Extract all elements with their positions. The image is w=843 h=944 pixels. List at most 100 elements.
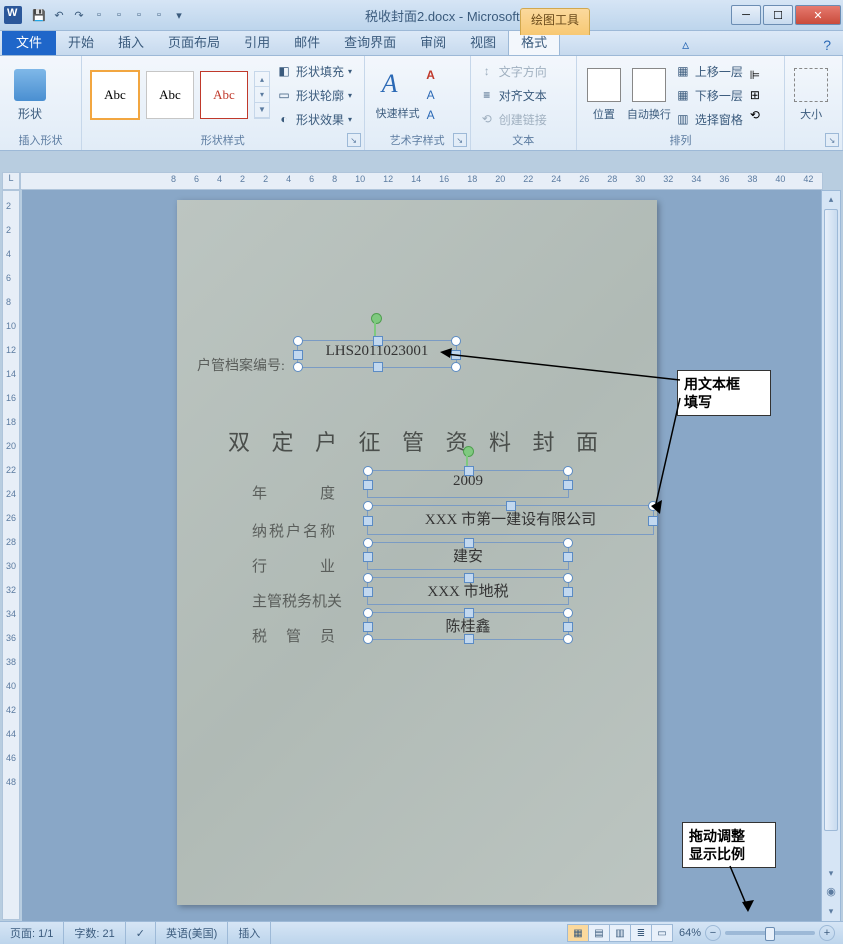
style-item[interactable]: Abc	[200, 71, 248, 119]
text-outline-icon[interactable]: A	[423, 87, 439, 103]
callout-textbox-note: 用文本框 填写	[677, 370, 771, 416]
outline-icon: ▭	[276, 87, 292, 103]
reading-view-icon[interactable]: ▤	[588, 924, 610, 942]
size-button[interactable]: 大小	[793, 60, 829, 130]
form-label: 年 度	[252, 482, 337, 503]
align-text-button[interactable]: ≡对齐文本	[479, 84, 568, 106]
style-item[interactable]: Abc	[146, 71, 194, 119]
shape-style-gallery[interactable]: Abc Abc Abc ▴▾▼ ◧形状填充▾ ▭形状轮廓▾ ◐形状效果▾	[90, 60, 356, 130]
tab-review[interactable]: 审阅	[408, 28, 458, 55]
vertical-ruler[interactable]: 2246810121416182022242628303234363840424…	[2, 190, 20, 920]
qat-icon[interactable]: ▫	[110, 6, 128, 24]
dialog-launcher-icon[interactable]: ↘	[825, 133, 839, 147]
tab-layout[interactable]: 页面布局	[156, 28, 232, 55]
selection-pane-button[interactable]: ▥选择窗格	[675, 108, 743, 130]
zoom-in-button[interactable]: +	[819, 925, 835, 941]
text-fill-icon[interactable]: A	[423, 67, 439, 83]
align-icon[interactable]: ⊫	[747, 67, 763, 83]
tab-insert[interactable]: 插入	[106, 28, 156, 55]
rotate-handle-icon[interactable]	[463, 446, 474, 457]
rotate-handle-icon[interactable]	[371, 313, 382, 324]
create-link-button: ⟲创建链接	[479, 108, 568, 130]
status-page[interactable]: 页面: 1/1	[0, 922, 64, 944]
status-word-count[interactable]: 字数: 21	[64, 922, 125, 944]
gallery-scroll[interactable]: ▴▾▼	[254, 71, 270, 119]
next-page-icon[interactable]: ▾	[822, 903, 840, 919]
shapes-button[interactable]: 形状	[8, 60, 52, 130]
document-area[interactable]: 户管档案编号: 双 定 户 征 管 资 料 封 面 LHS2011023001 …	[22, 190, 821, 922]
horizontal-ruler[interactable]: 8642246810121416182022242628303234363840…	[20, 172, 823, 190]
help-icon[interactable]: ?	[819, 35, 835, 55]
textbox-archive-no[interactable]: LHS2011023001	[297, 340, 457, 368]
pane-icon: ▥	[675, 111, 691, 127]
collapse-ribbon-icon[interactable]: ▵	[678, 34, 693, 55]
shape-outline-button[interactable]: ▭形状轮廓▾	[276, 84, 352, 106]
ribbon-tabs: 文件 开始 插入 页面布局 引用 邮件 查询界面 审阅 视图 格式 ▵ ?	[0, 31, 843, 56]
zoom-slider[interactable]	[725, 931, 815, 935]
tab-references[interactable]: 引用	[232, 28, 282, 55]
undo-icon[interactable]: ↶	[50, 6, 68, 24]
print-layout-view-icon[interactable]: ▦	[567, 924, 589, 942]
textbox-year[interactable]: 2009	[367, 470, 569, 498]
quick-style-button[interactable]: A 快速样式	[373, 60, 423, 130]
document-title: 双 定 户 征 管 资 料 封 面	[177, 425, 657, 457]
form-label: 纳税户名称	[252, 520, 337, 541]
status-language[interactable]: 英语(美国)	[156, 922, 228, 944]
form-label: 税 管 员	[252, 625, 337, 646]
text-direction-button: ↕文字方向	[479, 60, 568, 82]
shape-fill-button[interactable]: ◧形状填充▾	[276, 60, 352, 82]
dialog-launcher-icon[interactable]: ↘	[453, 133, 467, 147]
status-insert-mode[interactable]: 插入	[228, 922, 271, 944]
close-button[interactable]: ✕	[795, 5, 841, 25]
bring-forward-button[interactable]: ▦上移一层	[675, 60, 743, 82]
scrollbar-thumb[interactable]	[824, 209, 838, 831]
word-icon	[4, 6, 22, 24]
textbox-authority[interactable]: XXX 市地税	[367, 577, 569, 605]
qat-icon[interactable]: ▫	[130, 6, 148, 24]
send-backward-button[interactable]: ▦下移一层	[675, 84, 743, 106]
textbox-officer[interactable]: 陈桂鑫	[367, 612, 569, 640]
dialog-launcher-icon[interactable]: ↘	[347, 133, 361, 147]
text-effects-icon[interactable]: A	[423, 107, 439, 123]
tab-home[interactable]: 开始	[56, 28, 106, 55]
style-item[interactable]: Abc	[90, 70, 140, 120]
quick-access-toolbar: 💾 ↶ ↷ ▫ ▫ ▫ ▫ ▾	[30, 6, 188, 24]
qat-icon[interactable]: ▫	[150, 6, 168, 24]
ruler-corner: L	[2, 172, 20, 190]
archive-label: 户管档案编号:	[197, 355, 285, 375]
prev-page-icon[interactable]: ◉	[822, 883, 840, 899]
minimize-button[interactable]: ─	[731, 5, 761, 25]
position-icon	[587, 68, 621, 102]
tab-view[interactable]: 视图	[458, 28, 508, 55]
zoom-slider-thumb[interactable]	[765, 927, 775, 941]
web-view-icon[interactable]: ▥	[609, 924, 631, 942]
redo-icon[interactable]: ↷	[70, 6, 88, 24]
group-icon[interactable]: ⊞	[747, 87, 763, 103]
shapes-icon	[14, 69, 46, 101]
page: 户管档案编号: 双 定 户 征 管 资 料 封 面 LHS2011023001 …	[177, 200, 657, 905]
tab-query[interactable]: 查询界面	[332, 28, 408, 55]
qat-icon[interactable]: ▫	[90, 6, 108, 24]
status-bar: 页面: 1/1 字数: 21 ✓ 英语(美国) 插入 ▦ ▤ ▥ ≣ ▭ 64%…	[0, 921, 843, 944]
zoom-out-button[interactable]: −	[705, 925, 721, 941]
position-button[interactable]: 位置	[585, 60, 623, 130]
scroll-up-icon[interactable]: ▴	[822, 191, 840, 207]
rotate-icon[interactable]: ⟲	[747, 107, 763, 123]
file-tab[interactable]: 文件	[2, 28, 56, 55]
qat-dropdown-icon[interactable]: ▾	[170, 6, 188, 24]
wrap-text-button[interactable]: 自动换行	[627, 60, 671, 130]
scroll-down-icon[interactable]: ▾	[822, 865, 840, 881]
maximize-button[interactable]: ☐	[763, 5, 793, 25]
status-spellcheck-icon[interactable]: ✓	[126, 922, 156, 944]
zoom-level[interactable]: 64%	[679, 927, 701, 939]
vertical-scrollbar[interactable]: ▴ ▾ ◉ ▾	[821, 190, 841, 922]
outline-view-icon[interactable]: ≣	[630, 924, 652, 942]
tab-mail[interactable]: 邮件	[282, 28, 332, 55]
textbox-taxpayer[interactable]: XXX 市第一建设有限公司	[367, 505, 654, 535]
save-icon[interactable]: 💾	[30, 6, 48, 24]
ribbon: 形状 插入形状 Abc Abc Abc ▴▾▼ ◧形状填充▾ ▭形状轮廓▾ ◐形…	[0, 56, 843, 151]
effects-icon: ◐	[276, 111, 292, 127]
textbox-industry[interactable]: 建安	[367, 542, 569, 570]
draft-view-icon[interactable]: ▭	[651, 924, 673, 942]
shape-effects-button[interactable]: ◐形状效果▾	[276, 108, 352, 130]
